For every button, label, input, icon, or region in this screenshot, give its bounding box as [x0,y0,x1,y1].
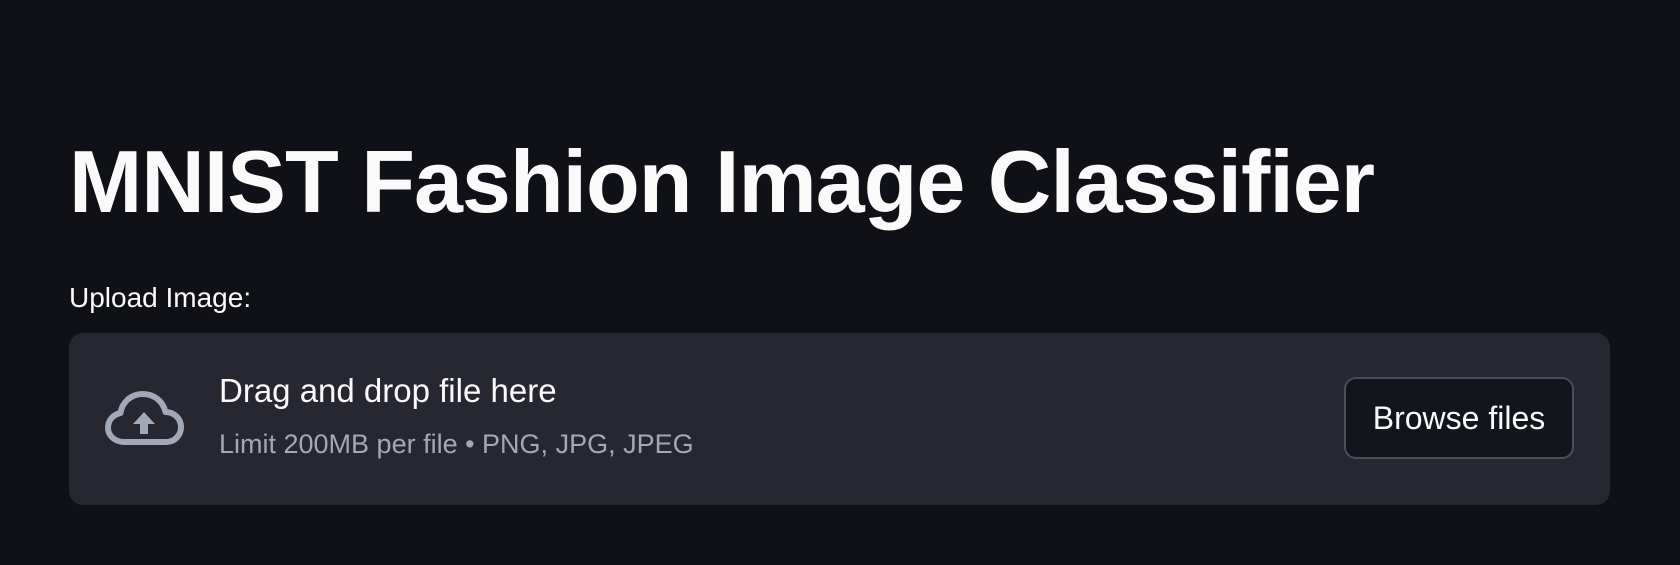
drag-drop-text: Drag and drop file here [219,372,557,409]
file-uploader-dropzone[interactable]: Drag and drop file here Limit 200MB per … [69,333,1610,505]
dropzone-instructions: Drag and drop file here Limit 200MB per … [219,371,694,461]
page-title: MNIST Fashion Image Classifier [69,132,1375,231]
file-limit-text: Limit 200MB per file • PNG, JPG, JPEG [219,429,694,459]
app-main: MNIST Fashion Image Classifier Upload Im… [0,0,1680,565]
upload-image-label: Upload Image: [69,282,252,313]
browse-files-button[interactable]: Browse files [1344,377,1574,459]
cloud-upload-icon [103,387,185,451]
